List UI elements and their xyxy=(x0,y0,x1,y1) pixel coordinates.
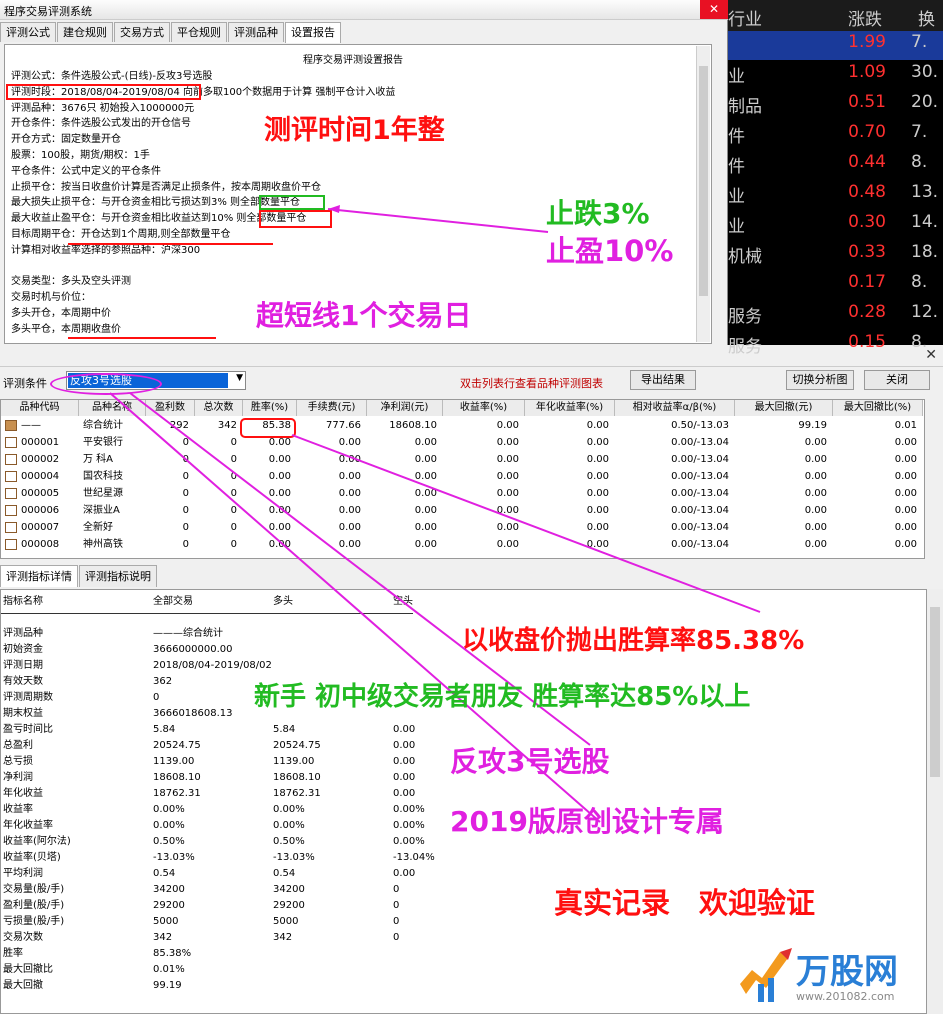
annotation-version: 2019版原创设计专属 xyxy=(450,805,724,838)
stock-turnover: 8. xyxy=(911,332,928,352)
stock-row[interactable]: 0.17 8. xyxy=(728,272,943,302)
annotation-winrate: 以收盘价抛出胜算率85.38% xyxy=(462,626,805,656)
stock-turnover: 13. xyxy=(911,182,939,202)
logo-text: 万股网 xyxy=(796,952,898,992)
logo-url: www.201082.com xyxy=(796,990,895,1003)
annotation-beginners: 新手 初中级交易者朋友 胜算率达85%以上 xyxy=(254,682,751,712)
stock-name: 服务 xyxy=(728,307,762,327)
stock-quote-list: 行业 涨跌 换 1.99 7. 业 1.09 30. 制品 0.51 20. 件 0.70 7. 件 0… xyxy=(728,0,943,357)
stock-turnover: 8. xyxy=(911,272,928,292)
logo-arrow-icon xyxy=(740,948,792,1002)
stock-turnover: 14. xyxy=(911,212,939,232)
stock-turnover: 8. xyxy=(911,152,928,172)
stock-change: 0.51 xyxy=(848,92,886,112)
stock-change: 0.70 xyxy=(848,122,886,142)
stock-row[interactable]: 件 0.70 7. xyxy=(728,122,943,152)
annotation-take-profit: 止盈10% xyxy=(546,234,674,268)
stock-name: 制品 xyxy=(728,97,762,117)
stock-row[interactable]: 业 0.48 13. xyxy=(728,182,943,212)
stock-row[interactable]: 机械 0.33 18. xyxy=(728,242,943,272)
stock-name: 业 xyxy=(728,217,745,237)
stock-change: 0.48 xyxy=(848,182,886,202)
stock-row[interactable]: 业 1.09 30. xyxy=(728,62,943,92)
annotation-verify: 真实记录 欢迎验证 xyxy=(554,886,816,920)
stock-name: 件 xyxy=(728,127,745,147)
arrow-stop-line xyxy=(327,208,549,233)
site-logo: 万股网 www.201082.com xyxy=(736,942,936,1008)
stock-name: 机械 xyxy=(728,247,762,267)
stock-turnover: 7. xyxy=(911,122,928,142)
stock-change: 1.09 xyxy=(848,62,886,82)
stock-turnover: 30. xyxy=(911,62,939,82)
annotation-strategy: 反攻3号选股 xyxy=(450,745,610,778)
stock-name: 件 xyxy=(728,157,745,177)
stock-change: 0.44 xyxy=(848,152,886,172)
annotation-stop-loss: 止跌3% xyxy=(546,197,650,230)
stock-row[interactable]: 服务 0.15 8. xyxy=(728,332,943,362)
annotation-short-term: 超短线1个交易日 xyxy=(256,299,472,332)
stock-change: 0.15 xyxy=(848,332,886,352)
arrow-winrate-line xyxy=(291,434,761,613)
stock-turnover: 18. xyxy=(911,242,939,262)
stock-row[interactable]: 件 0.44 8. xyxy=(728,152,943,182)
stock-change: 0.30 xyxy=(848,212,886,232)
annotation-period: 测评时间1年整 xyxy=(264,115,445,146)
stock-turnover: 12. xyxy=(911,302,939,322)
stock-row[interactable]: 业 0.30 14. xyxy=(728,212,943,242)
stock-turnover: 7. xyxy=(911,32,928,52)
stock-change: 0.17 xyxy=(848,272,886,292)
stock-name: 服务 xyxy=(728,337,762,357)
stock-change: 0.33 xyxy=(848,242,886,262)
stock-row[interactable]: 服务 0.28 12. xyxy=(728,302,943,332)
arrow-stop-head xyxy=(328,205,340,213)
stock-change: 1.99 xyxy=(848,32,886,52)
stock-name: 业 xyxy=(728,187,745,207)
stock-row[interactable]: 制品 0.51 20. xyxy=(728,92,943,122)
stock-change: 0.28 xyxy=(848,302,886,322)
stock-turnover: 20. xyxy=(911,92,939,112)
stock-name: 业 xyxy=(728,67,745,87)
stock-row[interactable]: 1.99 7. xyxy=(728,32,943,62)
